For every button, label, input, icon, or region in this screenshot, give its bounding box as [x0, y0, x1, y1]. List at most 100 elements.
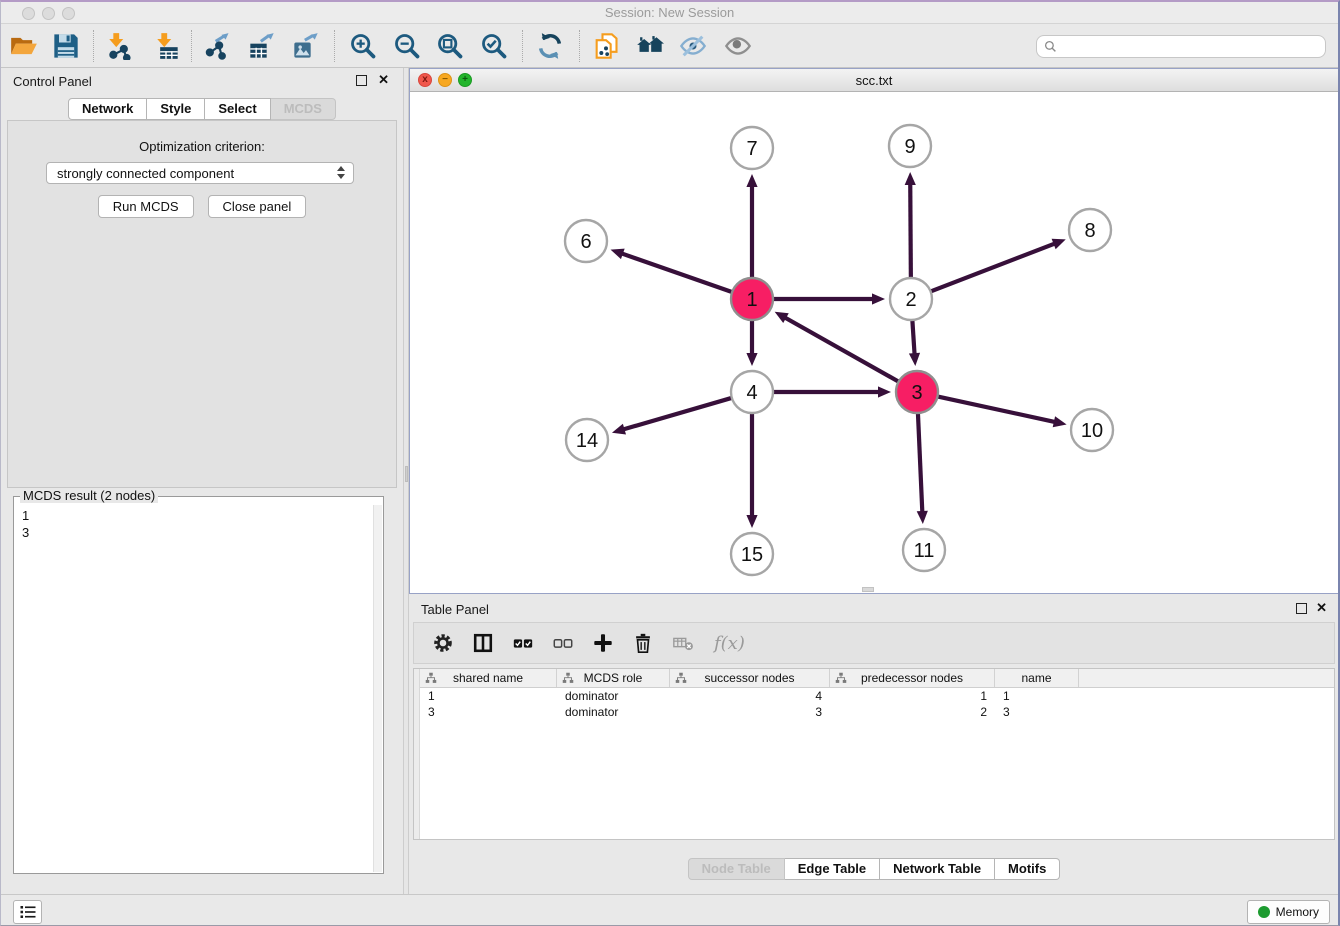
graph-node-label: 3	[911, 382, 922, 404]
memory-button[interactable]: Memory	[1247, 900, 1330, 924]
select-all-checkbox-icon[interactable]	[510, 630, 536, 656]
refresh-layout-icon[interactable]	[535, 31, 565, 61]
tab-network[interactable]: Network	[68, 98, 147, 120]
table-cell[interactable]: dominator	[557, 705, 670, 719]
delete-column-icon[interactable]	[630, 630, 656, 656]
table-float-panel-icon[interactable]	[1296, 603, 1307, 614]
delete-table-icon[interactable]	[670, 630, 696, 656]
zoom-selected-icon[interactable]	[479, 31, 509, 61]
graph-edge-arrowhead	[1053, 416, 1067, 427]
mcds-result-list[interactable]: 13	[15, 505, 373, 872]
toolbar-separator	[191, 30, 192, 62]
mcds-result-scrollbar[interactable]	[373, 505, 382, 872]
graph-edge-2-8[interactable]	[929, 243, 1056, 292]
network-canvas[interactable]: 7968124314101511	[410, 92, 1338, 593]
graph-edge-arrowhead	[746, 174, 757, 187]
zoom-in-icon[interactable]	[348, 31, 378, 61]
network-graph[interactable]: 7968124314101511	[410, 92, 1338, 593]
table-close-panel-icon[interactable]: ✕	[1316, 600, 1327, 616]
tab-motifs[interactable]: Motifs	[995, 858, 1060, 880]
table-cell[interactable]: 3	[995, 705, 1079, 719]
deselect-all-checkbox-icon[interactable]	[550, 630, 576, 656]
main-toolbar	[1, 24, 1338, 68]
column-header[interactable]: name	[995, 669, 1079, 687]
hide-eye-icon[interactable]	[678, 31, 708, 61]
column-header[interactable]: predecessor nodes	[830, 669, 995, 687]
column-header[interactable]: MCDS role	[557, 669, 670, 687]
graph-edge-3-1[interactable]	[784, 317, 900, 383]
export-network-icon[interactable]	[203, 31, 233, 61]
table-cell[interactable]: 1	[830, 689, 995, 703]
control-panel: Control Panel ✕ Network Style Select MCD…	[1, 68, 403, 894]
application-window: Session: New Session	[0, 0, 1340, 926]
memory-status-icon	[1258, 906, 1270, 918]
result-item[interactable]: 3	[22, 524, 373, 541]
zoom-out-icon[interactable]	[392, 31, 422, 61]
zoom-fit-icon[interactable]	[435, 31, 465, 61]
tree-icon	[425, 672, 437, 684]
table-cell[interactable]: dominator	[557, 689, 670, 703]
graph-node-label: 8	[1084, 220, 1095, 242]
tab-style[interactable]: Style	[147, 98, 205, 120]
float-panel-icon[interactable]	[356, 75, 367, 86]
result-item[interactable]: 1	[22, 507, 373, 524]
save-session-icon[interactable]	[51, 31, 81, 61]
network-window: x − + scc.txt 7968124314101511	[409, 68, 1339, 594]
node-table-body[interactable]: 1dominator4113dominator323	[420, 688, 1334, 839]
home-icon[interactable]	[635, 31, 665, 61]
window-titlebar: Session: New Session	[1, 2, 1338, 24]
close-panel-icon[interactable]: ✕	[378, 72, 389, 88]
divider-grip[interactable]	[405, 466, 408, 482]
graph-edge-arrowhead	[611, 249, 625, 260]
open-session-icon[interactable]	[9, 31, 39, 61]
table-cell[interactable]: 2	[830, 705, 995, 719]
function-builder-icon[interactable]: f(x)	[710, 633, 745, 654]
window-resize-grip[interactable]	[862, 587, 874, 592]
graph-edge-3-11[interactable]	[918, 411, 923, 513]
criterion-dropdown[interactable]: strongly connected component	[46, 162, 354, 184]
graph-edge-2-9[interactable]	[910, 183, 911, 280]
node-table-header: shared nameMCDS rolesuccessor nodesprede…	[420, 669, 1334, 688]
import-table-icon[interactable]	[151, 31, 181, 61]
import-network-icon[interactable]	[103, 31, 133, 61]
control-panel-header: Control Panel ✕	[1, 68, 403, 94]
mcds-tab-content: Optimization criterion: strongly connect…	[7, 120, 397, 488]
tab-select[interactable]: Select	[205, 98, 270, 120]
graph-node-label: 14	[576, 430, 598, 452]
split-columns-icon[interactable]	[470, 630, 496, 656]
tab-mcds[interactable]: MCDS	[271, 98, 336, 120]
show-eye-icon[interactable]	[723, 31, 753, 61]
table-cell[interactable]: 3	[420, 705, 557, 719]
gear-icon[interactable]	[430, 630, 456, 656]
export-image-icon[interactable]	[291, 31, 321, 61]
network-window-titlebar[interactable]: x − + scc.txt	[410, 69, 1338, 92]
table-cell[interactable]: 1	[420, 689, 557, 703]
run-mcds-button[interactable]: Run MCDS	[98, 195, 194, 218]
column-header[interactable]: successor nodes	[670, 669, 830, 687]
tab-network-table[interactable]: Network Table	[880, 858, 995, 880]
add-column-icon[interactable]	[590, 630, 616, 656]
search-input[interactable]	[1057, 38, 1325, 56]
graph-edge-3-10[interactable]	[936, 396, 1056, 422]
close-panel-button[interactable]: Close panel	[208, 195, 307, 218]
tab-edge-table[interactable]: Edge Table	[785, 858, 880, 880]
tab-node-table[interactable]: Node Table	[688, 858, 785, 880]
table-row[interactable]: 3dominator323	[420, 704, 1334, 720]
graph-edge-4-14[interactable]	[623, 397, 734, 429]
graph-edge-1-6[interactable]	[621, 253, 734, 293]
task-history-button[interactable]	[13, 900, 42, 924]
graph-edge-arrowhead	[909, 353, 920, 366]
column-header[interactable]: shared name	[420, 669, 557, 687]
table-cell[interactable]: 4	[670, 689, 830, 703]
search-field[interactable]	[1036, 35, 1326, 58]
table-cell[interactable]: 1	[995, 689, 1079, 703]
table-cell[interactable]: 3	[670, 705, 830, 719]
copy-network-icon[interactable]	[591, 31, 621, 61]
table-panel: Table Panel ✕ f(x)	[409, 594, 1339, 894]
graph-edge-2-3[interactable]	[912, 318, 914, 355]
table-toolbar: f(x)	[413, 622, 1335, 664]
export-table-icon[interactable]	[247, 31, 277, 61]
table-row[interactable]: 1dominator411	[420, 688, 1334, 704]
graph-node-label: 4	[746, 382, 757, 404]
dropdown-stepper-icon	[337, 166, 345, 179]
